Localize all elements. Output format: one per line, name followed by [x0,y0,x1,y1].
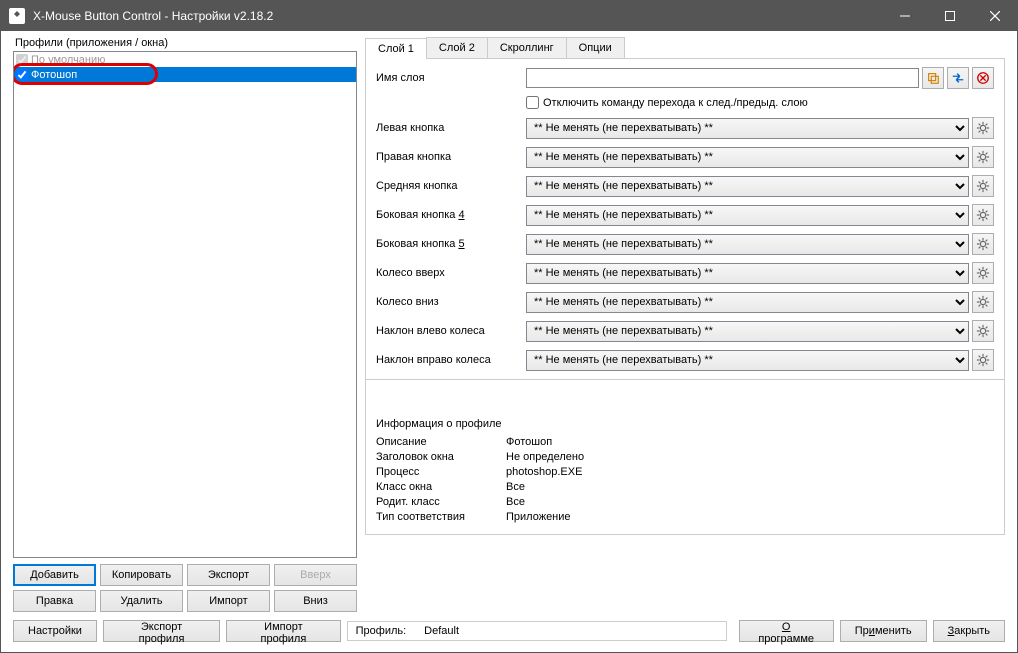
tilt-left-label: Наклон влево колеса [376,325,526,337]
tab-options[interactable]: Опции [566,37,625,58]
export-profile-button[interactable]: Экспорт профиля [103,620,220,642]
right-button-gear-icon[interactable] [972,146,994,168]
middle-button-label: Средняя кнопка [376,180,526,192]
tilt-right-combo[interactable]: ** Не менять (не перехватывать) ** [526,350,969,371]
up-button: Вверх [274,564,357,586]
profile-info-section: Информация о профиле ОписаниеФотошоп Заг… [365,410,1005,535]
delete-button[interactable]: Удалить [100,590,183,612]
info-proc-label: Процесс [376,466,506,478]
about-button[interactable]: О О программепрограмме [739,620,834,642]
wheel-up-combo[interactable]: ** Не менять (не перехватывать) ** [526,263,969,284]
swap-layer-icon[interactable] [947,67,969,89]
side4-button-label: Боковая кнопка 4 [376,209,526,221]
tilt-left-combo[interactable]: ** Не менять (не перехватывать) ** [526,321,969,342]
middle-button-combo[interactable]: ** Не менять (не перехватывать) ** [526,176,969,197]
tab-layer2[interactable]: Слой 2 [426,37,488,58]
right-button-label: Правая кнопка [376,151,526,163]
info-match-label: Тип соответствия [376,511,506,523]
close-app-button[interactable]: Закрыть [933,620,1005,642]
profiles-label: Профили (приложения / окна) [13,37,357,49]
minimize-button[interactable] [882,1,927,31]
import-button[interactable]: Импорт [187,590,270,612]
info-match-value: Приложение [506,511,571,523]
profile-list[interactable]: По умолчанию Фотошоп [13,51,357,558]
info-pclass-label: Родит. класс [376,496,506,508]
disable-layer-cmd-label: Отключить команду перехода к след./преды… [543,97,808,109]
layer-name-label: Имя слоя [376,72,526,84]
side5-button-combo[interactable]: ** Не менять (не перехватывать) ** [526,234,969,255]
left-button-label: Левая кнопка [376,122,526,134]
side5-button-label: Боковая кнопка 5 [376,238,526,250]
right-button-combo[interactable]: ** Не менять (не перехватывать) ** [526,147,969,168]
left-button-combo[interactable]: ** Не менять (не перехватывать) ** [526,118,969,139]
profile-info-title: Информация о профиле [376,418,994,430]
info-desc-value: Фотошоп [506,436,552,448]
profile-default-label: По умолчанию [31,54,105,66]
side5-button-gear-icon[interactable] [972,233,994,255]
side4-button-gear-icon[interactable] [972,204,994,226]
titlebar: X-Mouse Button Control - Настройки v2.18… [1,1,1017,31]
profile-selected-label: Фотошоп [31,69,77,81]
current-profile-box: Профиль: Default [347,621,727,641]
profile-default-checkbox [16,54,28,66]
close-button[interactable] [972,1,1017,31]
current-profile-value: Default [424,625,459,637]
profile-item-default[interactable]: По умолчанию [14,52,356,67]
edit-button[interactable]: Правка [13,590,96,612]
tilt-right-gear-icon[interactable] [972,349,994,371]
layer-name-input[interactable] [526,68,919,88]
left-button-gear-icon[interactable] [972,117,994,139]
maximize-button[interactable] [927,1,972,31]
tab-scrolling[interactable]: Скроллинг [487,37,567,58]
app-icon [9,8,25,24]
profile-selected-checkbox[interactable] [16,69,28,81]
middle-button-gear-icon[interactable] [972,175,994,197]
side4-button-combo[interactable]: ** Не менять (не перехватывать) ** [526,205,969,226]
wheel-down-gear-icon[interactable] [972,291,994,313]
profile-item-selected[interactable]: Фотошоп [14,67,356,82]
disable-layer-cmd-checkbox[interactable] [526,96,539,109]
wheel-down-label: Колесо вниз [376,296,526,308]
current-profile-label: Профиль: [356,625,407,637]
wheel-up-label: Колесо вверх [376,267,526,279]
settings-button[interactable]: Настройки [13,620,97,642]
info-wtitle-value: Не определено [506,451,584,463]
apply-button[interactable]: Применить [840,620,927,642]
copy-layer-icon[interactable] [922,67,944,89]
wheel-down-combo[interactable]: ** Не менять (не перехватывать) ** [526,292,969,313]
info-pclass-value: Все [506,496,525,508]
import-profile-button[interactable]: Импорт профиля [226,620,340,642]
tilt-right-label: Наклон вправо колеса [376,354,526,366]
info-wclass-label: Класс окна [376,481,506,493]
down-button[interactable]: Вниз [274,590,357,612]
info-proc-value: photoshop.EXE [506,466,582,478]
export-button[interactable]: Экспорт [187,564,270,586]
wheel-up-gear-icon[interactable] [972,262,994,284]
info-wclass-value: Все [506,481,525,493]
clear-layer-icon[interactable] [972,67,994,89]
add-button[interactable]: Добавить [13,564,96,586]
info-desc-label: Описание [376,436,506,448]
tabs: Слой 1 Слой 2 Скроллинг Опции [365,37,1005,59]
copy-button[interactable]: Копировать [100,564,183,586]
tab-layer1[interactable]: Слой 1 [365,38,427,59]
tilt-left-gear-icon[interactable] [972,320,994,342]
window-title: X-Mouse Button Control - Настройки v2.18… [33,9,882,23]
info-wtitle-label: Заголовок окна [376,451,506,463]
